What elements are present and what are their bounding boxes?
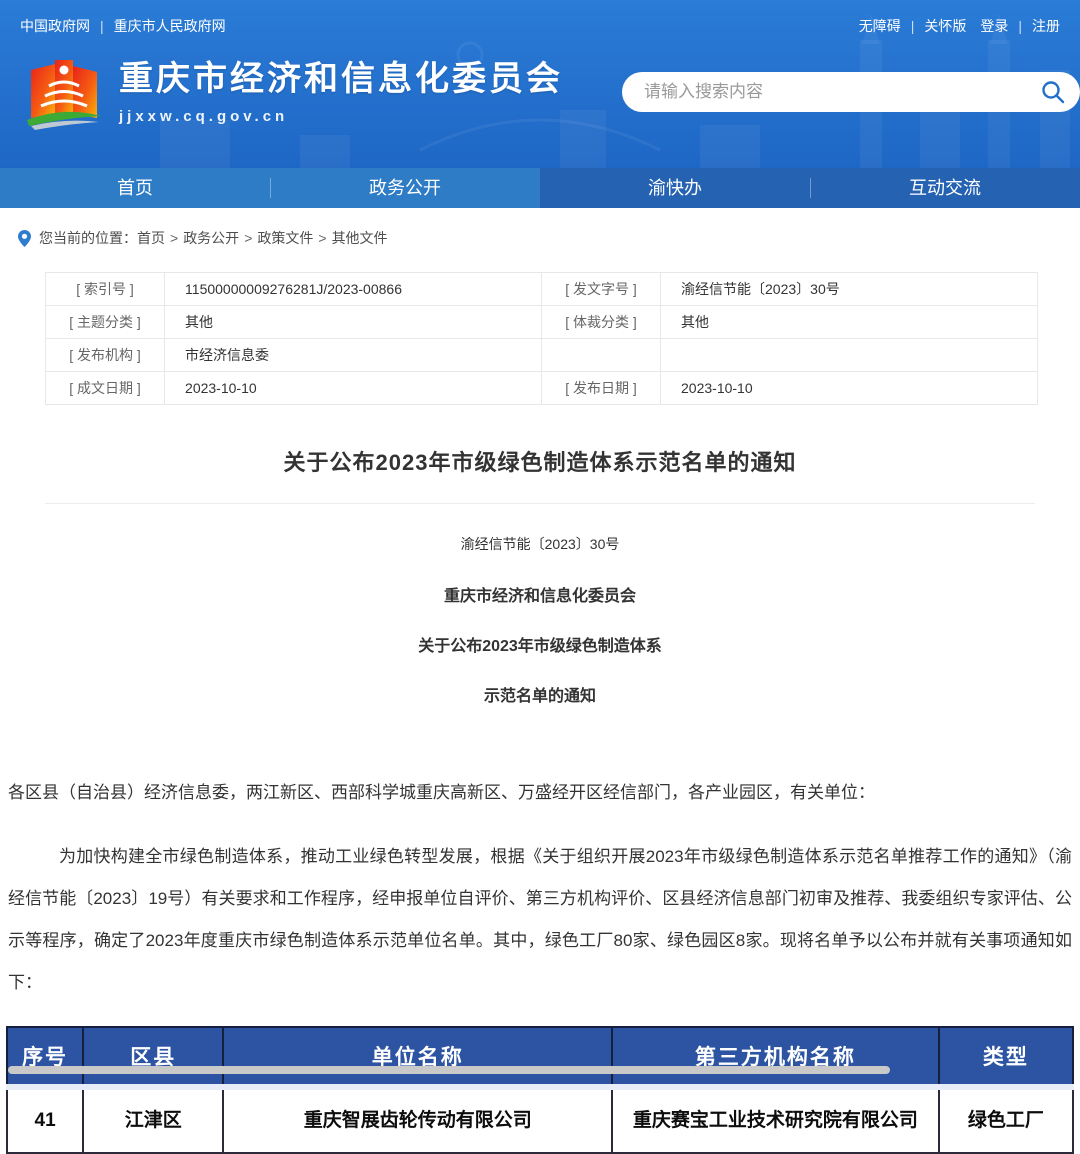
search-bar xyxy=(622,72,1080,112)
breadcrumb-separator: > xyxy=(170,230,178,246)
table-row: 41 江津区 重庆智展齿轮传动有限公司 重庆赛宝工业技术研究院有限公司 绿色工厂 xyxy=(7,1087,1073,1153)
top-links-left: 中国政府网 | 重庆市人民政府网 xyxy=(20,16,226,36)
breadcrumb-separator: > xyxy=(244,230,252,246)
nav-yukuaiban[interactable]: 渝快办 xyxy=(540,168,810,208)
link-cq-gov[interactable]: 重庆市人民政府网 xyxy=(114,18,226,34)
meta-value-index-no: 11500000009276281J/2023-00866 xyxy=(165,273,542,306)
nav-divider xyxy=(270,178,271,198)
col-header-company: 单位名称 xyxy=(223,1027,612,1087)
breadcrumb: 您当前的位置： 首页 > 政务公开 > 政策文件 > 其他文件 xyxy=(0,208,1080,248)
top-links-right: 无障碍 | 关怀版登录 | 注册 xyxy=(859,16,1060,36)
doc-paragraph-main: 为加快构建全市绿色制造体系，推动工业绿色转型发展，根据《关于组织开展2023年市… xyxy=(8,836,1072,1004)
site-name: 重庆市经济和信息化委员会 xyxy=(119,62,563,96)
location-pin-icon xyxy=(18,230,31,247)
breadcrumb-home[interactable]: 首页 xyxy=(137,228,165,248)
meta-row: [ 成文日期 ] 2023-10-10 [ 发布日期 ] 2023-10-10 xyxy=(46,372,1038,405)
search-input[interactable] xyxy=(644,82,1040,102)
document-body: 各区县（自治县）经济信息委，两江新区、西部科学城重庆高新区、万盛经开区经信部门，… xyxy=(8,772,1072,1004)
meta-label-topic-class: [ 主题分类 ] xyxy=(46,306,165,339)
meta-value-genre-class: 其他 xyxy=(661,306,1038,339)
site-header: 中国政府网 | 重庆市人民政府网 无障碍 | 关怀版登录 | 注册 重庆市经济和信息化委员会 xyxy=(0,0,1080,168)
doc-issuer-line: 重庆市经济和信息化委员会 xyxy=(0,582,1080,606)
doc-subtitle-line-2: 示范名单的通知 xyxy=(0,682,1080,706)
nav-interaction[interactable]: 互动交流 xyxy=(810,168,1080,208)
meta-label-genre-class: [ 体裁分类 ] xyxy=(541,306,660,339)
meta-label-written-date: [ 成文日期 ] xyxy=(46,372,165,405)
doc-subtitle-line-1: 关于公布2023年市级绿色制造体系 xyxy=(0,632,1080,656)
table-header-row: 序号 区县 单位名称 第三方机构名称 类型 xyxy=(7,1027,1073,1087)
document-meta-table: [ 索引号 ] 11500000009276281J/2023-00866 [ … xyxy=(45,272,1038,405)
link-register[interactable]: 注册 xyxy=(1032,18,1060,34)
nav-home[interactable]: 首页 xyxy=(0,168,270,208)
green-manufacturing-list-table: 序号 区县 单位名称 第三方机构名称 类型 41 江津区 重庆智展齿轮传动有限公… xyxy=(6,1026,1074,1154)
col-header-third-party: 第三方机构名称 xyxy=(612,1027,939,1087)
site-logo-emblem[interactable] xyxy=(25,56,103,132)
site-title-block: 重庆市经济和信息化委员会 jjxxw.cq.gov.cn xyxy=(119,56,563,125)
meta-value-issuing-org: 市经济信息委 xyxy=(165,339,542,372)
top-links-bar: 中国政府网 | 重庆市人民政府网 无障碍 | 关怀版登录 | 注册 xyxy=(20,16,1060,36)
site-url: jjxxw.cq.gov.cn xyxy=(119,108,563,125)
link-care-version[interactable]: 关怀版 xyxy=(924,18,966,34)
meta-value-topic-class: 其他 xyxy=(165,306,542,339)
site-branding: 重庆市经济和信息化委员会 jjxxw.cq.gov.cn xyxy=(25,56,563,132)
link-china-gov[interactable]: 中国政府网 xyxy=(20,18,90,34)
meta-label-publish-date: [ 发布日期 ] xyxy=(541,372,660,405)
main-nav: 首页 政务公开 渝快办 互动交流 xyxy=(0,168,1080,208)
breadcrumb-other-files[interactable]: 其他文件 xyxy=(332,228,388,248)
separator: | xyxy=(911,18,915,34)
meta-row: [ 主题分类 ] 其他 [ 体裁分类 ] 其他 xyxy=(46,306,1038,339)
meta-label-empty xyxy=(541,339,660,372)
cell-company: 重庆智展齿轮传动有限公司 xyxy=(223,1087,612,1153)
doc-number-line: 渝经信节能〔2023〕30号 xyxy=(0,534,1080,554)
breadcrumb-separator: > xyxy=(318,230,326,246)
doc-paragraph-salutation: 各区县（自治县）经济信息委，两江新区、西部科学城重庆高新区、万盛经开区经信部门，… xyxy=(8,772,1072,814)
meta-value-empty xyxy=(661,339,1038,372)
nav-gov-affairs[interactable]: 政务公开 xyxy=(270,168,540,208)
meta-value-publish-date: 2023-10-10 xyxy=(661,372,1038,405)
title-divider xyxy=(45,503,1035,504)
link-login[interactable]: 登录 xyxy=(980,18,1008,34)
meta-value-written-date: 2023-10-10 xyxy=(165,372,542,405)
meta-label-index-no: [ 索引号 ] xyxy=(46,273,165,306)
cell-serial: 41 xyxy=(7,1087,83,1153)
meta-label-doc-no: [ 发文字号 ] xyxy=(541,273,660,306)
meta-row: [ 发布机构 ] 市经济信息委 xyxy=(46,339,1038,372)
separator: | xyxy=(1018,18,1022,34)
breadcrumb-policy-files[interactable]: 政策文件 xyxy=(257,228,313,248)
col-header-district: 区县 xyxy=(83,1027,223,1087)
page-title: 关于公布2023年市级绿色制造体系示范名单的通知 xyxy=(0,445,1080,477)
breadcrumb-prefix: 您当前的位置： xyxy=(39,228,137,248)
col-header-serial: 序号 xyxy=(7,1027,83,1087)
meta-value-doc-no: 渝经信节能〔2023〕30号 xyxy=(661,273,1038,306)
cell-type: 绿色工厂 xyxy=(939,1087,1073,1153)
cell-district: 江津区 xyxy=(83,1087,223,1153)
horizontal-scrollbar-thumb[interactable] xyxy=(8,1066,890,1074)
breadcrumb-gov-affairs[interactable]: 政务公开 xyxy=(183,228,239,248)
search-icon[interactable] xyxy=(1040,79,1066,105)
nav-divider xyxy=(810,178,811,198)
link-accessibility[interactable]: 无障碍 xyxy=(859,18,901,34)
meta-label-issuing-org: [ 发布机构 ] xyxy=(46,339,165,372)
separator: | xyxy=(100,18,104,34)
col-header-type: 类型 xyxy=(939,1027,1073,1087)
cell-third-party: 重庆赛宝工业技术研究院有限公司 xyxy=(612,1087,939,1153)
meta-row: [ 索引号 ] 11500000009276281J/2023-00866 [ … xyxy=(46,273,1038,306)
